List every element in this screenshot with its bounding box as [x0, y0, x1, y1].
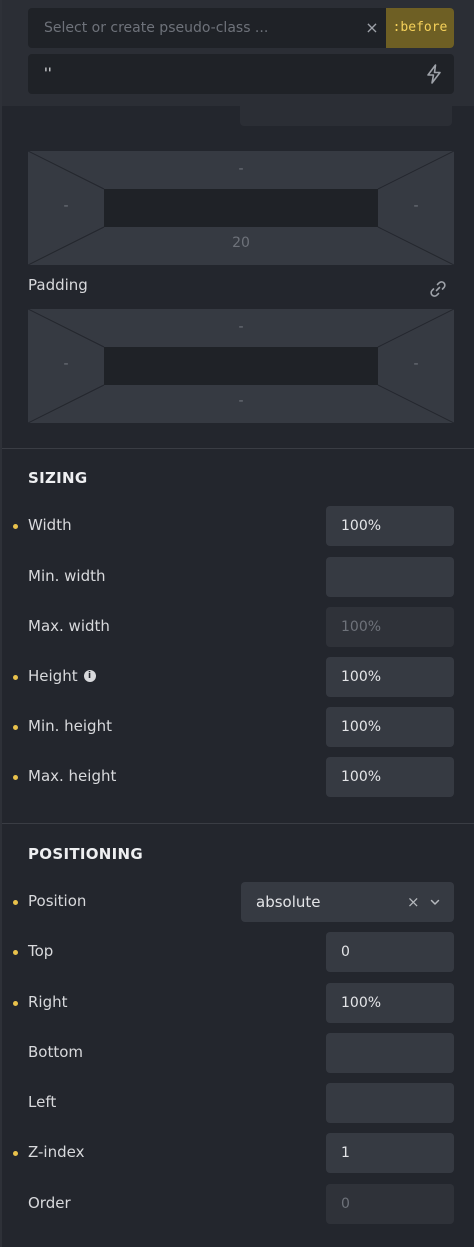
- pseudo-class-selector[interactable]: Select or create pseudo-class ... × :bef…: [28, 8, 454, 48]
- margin-right-value[interactable]: -: [396, 198, 436, 214]
- close-icon[interactable]: ×: [360, 8, 384, 48]
- z-index-input[interactable]: 1: [326, 1133, 454, 1173]
- top-label: Top: [28, 942, 54, 960]
- left-label: Left: [28, 1093, 57, 1111]
- min-width-input[interactable]: [326, 557, 454, 597]
- bottom-label: Bottom: [28, 1043, 84, 1061]
- padding-left-value[interactable]: -: [46, 356, 86, 372]
- right-label: Right: [28, 993, 68, 1011]
- modified-dot: [13, 675, 18, 680]
- padding-top-value[interactable]: -: [221, 319, 261, 335]
- max-height-label: Max. height: [28, 767, 117, 785]
- right-input[interactable]: 100%: [326, 983, 454, 1023]
- content-field[interactable]: '': [28, 54, 454, 94]
- position-label: Position: [28, 892, 87, 910]
- padding-right-value[interactable]: -: [396, 356, 436, 372]
- margin-left-value[interactable]: -: [46, 198, 86, 214]
- style-panel: Select or create pseudo-class ... × :bef…: [0, 0, 474, 1247]
- order-label: Order: [28, 1194, 71, 1212]
- dropdown-stub: [240, 106, 452, 126]
- modified-dot: [13, 524, 18, 529]
- z-index-label: Z-index: [28, 1143, 85, 1161]
- padding-label: Padding: [28, 276, 88, 294]
- info-icon[interactable]: i: [83, 670, 96, 682]
- section-divider: [2, 823, 474, 824]
- modified-dot: [13, 950, 18, 955]
- min-height-input[interactable]: 100%: [326, 707, 454, 747]
- modified-dot: [13, 1001, 18, 1006]
- order-input[interactable]: 0: [326, 1184, 454, 1224]
- section-divider: [2, 448, 474, 449]
- link-icon[interactable]: [429, 280, 447, 298]
- min-height-label: Min. height: [28, 717, 112, 735]
- padding-box: - - - -: [28, 309, 454, 423]
- position-select-value: absolute: [256, 893, 321, 911]
- modified-dot: [13, 1151, 18, 1156]
- content-value[interactable]: '': [44, 54, 52, 94]
- bottom-input[interactable]: [326, 1033, 454, 1073]
- bolt-icon[interactable]: [424, 64, 444, 84]
- min-width-label: Min. width: [28, 567, 106, 585]
- sizing-title: SIZING: [28, 469, 88, 487]
- height-label: Height i: [28, 667, 96, 685]
- top-input[interactable]: 0: [326, 932, 454, 972]
- left-input[interactable]: [326, 1083, 454, 1123]
- margin-bottom-value[interactable]: 20: [221, 235, 261, 251]
- height-label-text: Height: [28, 667, 78, 685]
- max-width-input[interactable]: 100%: [326, 607, 454, 647]
- positioning-title: POSITIONING: [28, 845, 143, 863]
- padding-bottom-value[interactable]: -: [221, 393, 261, 409]
- position-select[interactable]: absolute ×: [241, 882, 454, 922]
- height-input[interactable]: 100%: [326, 657, 454, 697]
- modified-dot: [13, 900, 18, 905]
- width-input[interactable]: 100%: [326, 506, 454, 546]
- max-width-label: Max. width: [28, 617, 110, 635]
- pseudo-class-badge[interactable]: :before: [386, 8, 454, 48]
- max-height-input[interactable]: 100%: [326, 757, 454, 797]
- close-icon[interactable]: ×: [407, 882, 420, 922]
- pseudo-class-header: Select or create pseudo-class ... × :bef…: [2, 0, 474, 106]
- margin-box: - - - 20: [28, 151, 454, 265]
- modified-dot: [13, 775, 18, 780]
- width-label: Width: [28, 516, 72, 534]
- chevron-down-icon[interactable]: [429, 896, 441, 908]
- pseudo-class-input[interactable]: Select or create pseudo-class ...: [28, 8, 358, 48]
- margin-top-value[interactable]: -: [221, 161, 261, 177]
- modified-dot: [13, 725, 18, 730]
